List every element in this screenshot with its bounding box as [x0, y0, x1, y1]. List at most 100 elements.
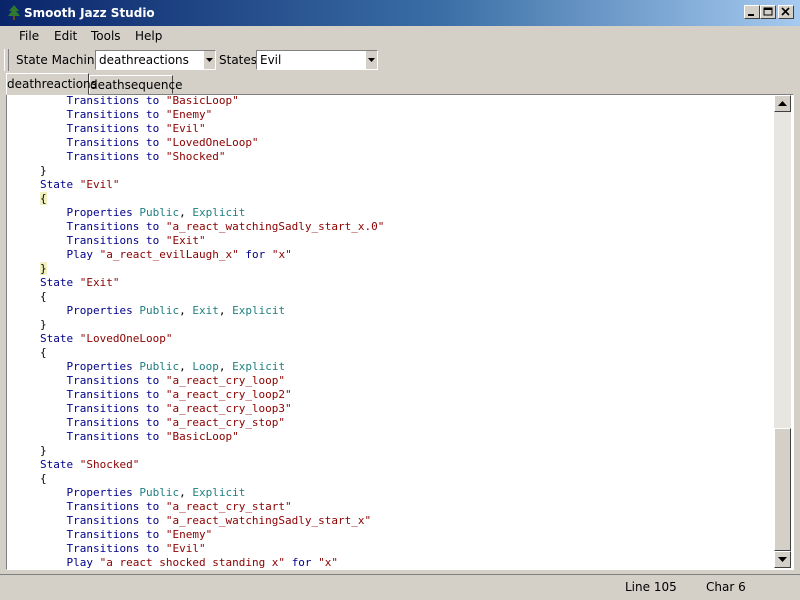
states-dropdown[interactable]: Evil — [256, 50, 378, 70]
code-string: "BasicLoop" — [165, 430, 239, 443]
code-text: , — [179, 360, 193, 373]
scroll-down-button[interactable] — [774, 551, 791, 568]
vertical-scrollbar[interactable] — [774, 95, 791, 568]
code-line: } — [40, 318, 47, 332]
code-editor[interactable]: Transitions to "BasicLoop" Transitions t… — [9, 96, 775, 568]
maximize-button[interactable] — [760, 5, 776, 19]
code-keyword: Transitions to — [66, 136, 160, 149]
state-machines-dropdown[interactable]: deathreactions — [95, 50, 216, 70]
code-line: Transitions to "a_react_watchingSadly_st… — [40, 220, 385, 234]
code-line: State "Evil" — [40, 178, 120, 192]
code-string: "BasicLoop" — [165, 96, 239, 107]
code-string: "LovedOneLoop" — [79, 332, 173, 345]
code-line: Transitions to "a_react_cry_loop3" — [40, 402, 292, 416]
menu-edit[interactable]: Edit — [54, 29, 77, 43]
menu-help[interactable]: Help — [135, 29, 162, 43]
toolbar-grip[interactable] — [4, 49, 9, 71]
code-identifier: Explicit — [232, 304, 286, 317]
tab-deathsequence[interactable]: deathsequence — [89, 75, 183, 94]
code-string: "Shocked" — [79, 458, 140, 471]
code-keyword: Properties — [66, 360, 133, 373]
code-keyword: Transitions to — [66, 108, 160, 121]
code-keyword: Transitions to — [66, 388, 160, 401]
code-string: "a_react_shocked_standing_x" — [99, 556, 286, 568]
code-identifier: Loop — [192, 360, 219, 373]
window-title: Smooth Jazz Studio — [24, 6, 155, 20]
code-keyword: Transitions to — [66, 528, 160, 541]
code-keyword: for — [245, 248, 266, 261]
code-identifier: Explicit — [232, 360, 286, 373]
chevron-down-icon[interactable] — [365, 51, 377, 69]
title-bar[interactable]: Smooth Jazz Studio — [0, 0, 800, 26]
scroll-thumb[interactable] — [774, 428, 791, 551]
minimize-button[interactable] — [744, 5, 760, 19]
tab-deathreactions[interactable]: deathreactions — [6, 73, 97, 95]
code-line: Properties Public, Loop, Explicit — [40, 360, 286, 374]
code-identifier: Exit — [192, 304, 219, 317]
code-line: Transitions to "a_react_cry_loop" — [40, 374, 286, 388]
code-string: "Exit" — [79, 276, 120, 289]
code-line: { — [40, 346, 47, 360]
code-line: Play "a_react_shocked_standing_x" for "x… — [40, 556, 339, 568]
code-keyword: Transitions to — [66, 416, 160, 429]
code-text: , — [218, 360, 233, 373]
code-line: Transitions to "LovedOneLoop" — [40, 136, 259, 150]
code-identifier: Public — [139, 486, 180, 499]
chevron-down-icon[interactable] — [203, 51, 215, 69]
code-keyword: State — [40, 458, 74, 471]
matched-brace: { — [40, 192, 47, 205]
scroll-up-button[interactable] — [774, 95, 791, 112]
code-line: } — [40, 164, 47, 178]
code-line: Transitions to "BasicLoop" — [40, 430, 239, 444]
code-identifier: Public — [139, 206, 180, 219]
code-line: Play "a_react_evilLaugh_x" for "x" — [40, 248, 292, 262]
code-editor-frame: Transitions to "BasicLoop" Transitions t… — [6, 94, 794, 570]
status-line: Line 105 — [625, 580, 677, 594]
code-line: Transitions to "Enemy" — [40, 528, 213, 542]
code-string: "Evil" — [165, 542, 206, 555]
code-string: "a_react_watchingSadly_start_x.0" — [165, 220, 385, 233]
code-identifier: Public — [139, 304, 180, 317]
menu-tools[interactable]: Tools — [91, 29, 121, 43]
code-string: "Enemy" — [165, 528, 213, 541]
code-keyword: Properties — [66, 304, 133, 317]
code-text: { — [40, 290, 47, 303]
code-keyword: Transitions to — [66, 542, 160, 555]
code-line: Properties Public, Exit, Explicit — [40, 304, 286, 318]
menu-file[interactable]: File — [19, 29, 39, 43]
close-button[interactable] — [778, 5, 794, 19]
code-line: { — [40, 192, 47, 206]
status-char: Char 6 — [706, 580, 746, 594]
code-text: } — [40, 164, 47, 177]
code-identifier: Explicit — [192, 486, 246, 499]
tree-icon — [7, 5, 21, 21]
code-keyword: Play — [66, 556, 94, 568]
code-keyword: State — [40, 178, 74, 191]
code-string: "Shocked" — [165, 150, 226, 163]
code-line: Transitions to "Enemy" — [40, 108, 213, 122]
code-line: Transitions to "Shocked" — [40, 150, 226, 164]
code-text: , — [179, 304, 193, 317]
